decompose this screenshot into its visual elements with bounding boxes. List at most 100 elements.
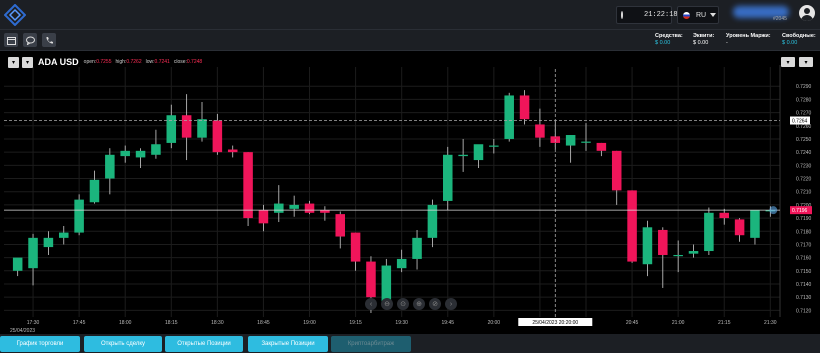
candle-body xyxy=(412,237,422,259)
candle-body xyxy=(43,237,54,248)
x-tick-label: 21:30 xyxy=(764,320,777,326)
candle-body xyxy=(611,150,622,191)
zoom-fit-icon[interactable]: ⊘ xyxy=(429,298,441,310)
account-funds: Средства: $ 0.00 xyxy=(655,33,683,47)
candle-body xyxy=(289,204,299,209)
candle-body xyxy=(135,150,146,158)
y-tick-label: 0.7270 xyxy=(796,111,812,117)
x-tick-label: 19:15 xyxy=(349,320,362,326)
y-tick-label: 0.7250 xyxy=(796,137,812,143)
account-free: Свободные: $ 0.00 xyxy=(782,33,816,47)
candle-body xyxy=(274,203,284,213)
ohlc-high-value: 0.7262 xyxy=(126,59,142,65)
ohlc-low-label: low: xyxy=(145,59,155,65)
account-margin-label: Уровень Маржи: xyxy=(726,33,771,39)
symbol-label: ADA USD xyxy=(38,57,79,67)
ohlc-close: close:0.7248 xyxy=(174,59,202,65)
account-free-label: Свободные: xyxy=(782,33,816,39)
candle-body xyxy=(596,142,607,151)
x-tick-label: 18:30 xyxy=(211,320,224,326)
crosshair-time-label: 25/04/2023 20:20:00 xyxy=(532,320,578,326)
candle-body xyxy=(243,152,253,219)
y-tick-label: 0.7120 xyxy=(796,308,812,314)
tab-crypto-arbitrage: Криптоарбитраж xyxy=(331,336,411,352)
tab-trading-chart[interactable]: График торговли xyxy=(0,336,80,352)
chart-type-button[interactable]: ▾ xyxy=(8,56,19,68)
symbol-dropdown-button[interactable]: ▾ xyxy=(22,56,33,68)
current-price-label: 0.7196 xyxy=(792,208,808,214)
tab-open-positions[interactable]: Открытые Позиции xyxy=(165,336,243,352)
candle-body xyxy=(734,219,745,236)
server-clock[interactable]: 21:22:18 xyxy=(616,6,678,24)
y-tick-label: 0.7290 xyxy=(796,84,812,90)
chart-indicators-button[interactable]: ▾ xyxy=(799,57,813,67)
calendar-icon[interactable] xyxy=(4,33,18,47)
info-bar: Средства: $ 0.00 Эквити: $ 0.00 Уровень … xyxy=(0,30,820,51)
candle-body xyxy=(565,135,576,146)
candle-body xyxy=(627,190,637,262)
ohlc-close-label: close: xyxy=(173,59,187,65)
zoom-controls: ‹ ⊖ ⊙ ⊕ ⊘ › xyxy=(365,298,461,310)
ohlc-open-label: open: xyxy=(83,59,97,65)
brand-logo-icon[interactable] xyxy=(4,4,26,26)
current-price-marker xyxy=(769,206,778,215)
avatar[interactable] xyxy=(799,5,815,21)
candle-body xyxy=(197,119,207,138)
candle-body xyxy=(89,179,100,203)
candle-body xyxy=(719,212,730,219)
zoom-in-icon[interactable]: ⊕ xyxy=(413,298,425,310)
candlestick-chart[interactable]: 0.7290 0.7280 0.7270 0.7260 0.7250 0.7240 0.72… xyxy=(0,51,820,334)
candle-body xyxy=(473,144,484,161)
candle-body xyxy=(489,145,499,147)
chevron-right-icon[interactable]: › xyxy=(445,298,457,310)
x-tick-label: 18:00 xyxy=(119,320,132,326)
candle-body xyxy=(74,199,84,233)
candle-body xyxy=(366,261,376,298)
chat-icon[interactable] xyxy=(23,33,37,47)
account-margin-level: Уровень Маржи: - xyxy=(726,33,771,47)
candle-body xyxy=(519,95,530,120)
y-tick-label: 0.7230 xyxy=(796,163,812,169)
account-equity-value: $ 0.00 xyxy=(693,40,709,46)
candle-body xyxy=(335,214,346,237)
zoom-reset-icon[interactable]: ⊙ xyxy=(397,298,409,310)
language-select[interactable]: RU xyxy=(677,6,719,24)
candle-body xyxy=(258,210,269,224)
account-equity-label: Эквити: xyxy=(693,33,715,39)
candle-body xyxy=(535,124,545,138)
candle-body xyxy=(504,95,514,139)
zoom-out-icon[interactable]: ⊖ xyxy=(381,298,393,310)
top-bar: 21:22:18 RU #2045 xyxy=(0,0,820,30)
candle-body xyxy=(581,141,591,143)
price-chart[interactable]: 0.7290 0.7280 0.7270 0.7260 0.7250 0.7240 0.72… xyxy=(0,51,820,334)
clock-time: 21:22:18 xyxy=(644,11,678,19)
account-funds-value: $ 0.00 xyxy=(655,40,671,46)
x-tick-label: 20:45 xyxy=(626,320,639,326)
y-tick-label: 0.7130 xyxy=(796,295,812,301)
y-tick-label: 0.7140 xyxy=(796,282,812,288)
y-tick-label: 0.7170 xyxy=(796,242,812,248)
crosshair-price-label: 0.7264 xyxy=(792,119,808,125)
chart-settings-button[interactable]: ▾ xyxy=(781,57,795,67)
clock-icon xyxy=(621,11,623,19)
candle-body xyxy=(673,254,683,257)
language-label: RU xyxy=(696,11,707,19)
ohlc-low-value: 0.7241 xyxy=(154,59,170,65)
candle-body xyxy=(120,150,130,157)
y-tick-label: 0.7180 xyxy=(796,229,812,235)
x-tick-label: 19:30 xyxy=(395,320,408,326)
candle-body xyxy=(458,154,468,157)
tab-closed-positions[interactable]: Закрытые Позиции xyxy=(248,336,328,352)
x-tick-label: 21:15 xyxy=(718,320,731,326)
candle-body xyxy=(166,115,177,143)
phone-icon[interactable] xyxy=(42,33,56,47)
ohlc-open: open:0.7255 xyxy=(84,59,112,65)
ohlc-open-value: 0.7255 xyxy=(96,59,112,65)
tab-open-trade[interactable]: Открыть сделку xyxy=(84,336,162,352)
candle-body xyxy=(442,154,453,201)
y-tick-label: 0.7210 xyxy=(796,190,812,196)
ohlc-low: low:0.7241 xyxy=(146,59,170,65)
chevron-left-icon[interactable]: ‹ xyxy=(365,298,377,310)
candle-body xyxy=(151,144,161,155)
flag-icon xyxy=(683,11,690,19)
